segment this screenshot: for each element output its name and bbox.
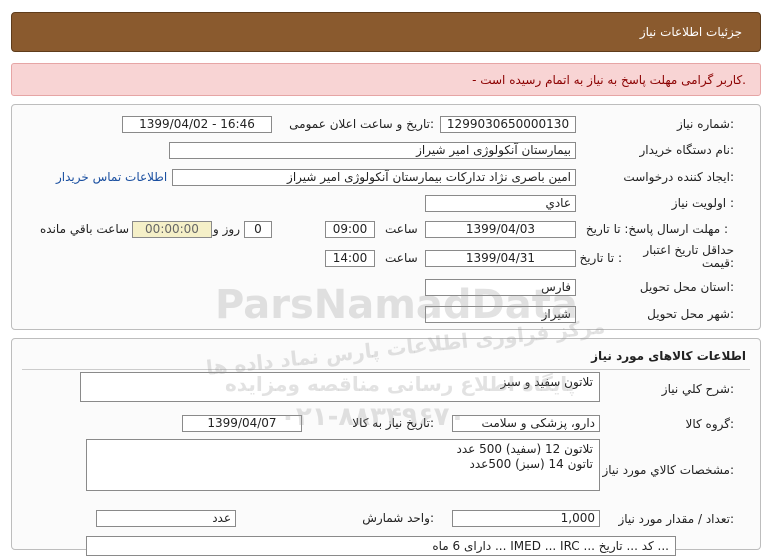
- goods-panel: اطلاعات کالاهای مورد نیاز شرح کلي نياز: …: [11, 338, 761, 556]
- days-label: روز و: [213, 222, 240, 236]
- spec-line-2: تاتون 14 (سبز) 500عدد: [469, 457, 593, 471]
- deadline-date-field[interactable]: 1399/04/03: [425, 221, 576, 238]
- deadline-label-text: مهلت ارسال پاسخ:: [624, 222, 721, 236]
- quantity-label: تعداد / مقدار مورد نياز:: [618, 512, 734, 526]
- description-field[interactable]: تلاتون سفید و سبز: [80, 372, 600, 402]
- validity-time-label: ساعت: [385, 251, 418, 265]
- unit-field[interactable]: عدد: [96, 510, 236, 527]
- description-label: شرح کلي نياز:: [661, 382, 734, 396]
- remaining-days-field[interactable]: 0: [244, 221, 272, 238]
- province-label: استان محل تحويل:: [639, 280, 734, 294]
- validity-date-field[interactable]: 1399/04/31: [425, 250, 576, 267]
- deadline-time-label: ساعت: [385, 222, 418, 236]
- priority-field[interactable]: عادي: [425, 195, 576, 212]
- need-number-field[interactable]: 1299030650000130: [440, 116, 576, 133]
- need-number-label: شماره نياز:: [676, 117, 734, 131]
- need-details-panel: شماره نياز: 1299030650000130 تاريخ و ساع…: [11, 104, 761, 330]
- priority-label: اولويت نياز :: [671, 196, 734, 210]
- validity-label: حداقل تاريخ اعتبار قيمت:: [643, 243, 734, 270]
- spec-line-1: تلاتون 12 (سفید) 500 عدد: [456, 442, 593, 456]
- buyer-field[interactable]: بیمارستان آنکولوژی امیر شیراز: [169, 142, 576, 159]
- creator-label: ايجاد کننده درخواست:: [623, 170, 734, 184]
- page-title: جزئيات اطلاعات نياز: [639, 25, 742, 39]
- creator-field[interactable]: امین باصری نژاد تدارکات بیمارستان آنکولو…: [172, 169, 576, 186]
- deadline-alert: - کاربر گرامی مهلت پاسخ به نیاز به اتمام…: [11, 63, 761, 96]
- validity-time-field[interactable]: 14:00: [325, 250, 375, 267]
- goods-section-title: اطلاعات کالاهای مورد نیاز: [591, 349, 746, 363]
- goods-group-label: گروه کالا:: [685, 417, 735, 431]
- notes-field[interactable]: دارای 6 ماه ... IMED ... IRC ... کد ... …: [86, 536, 676, 556]
- city-field[interactable]: شيراز: [425, 306, 576, 323]
- deadline-label: مهلت ارسال پاسخ: تا تاريخ :: [586, 222, 734, 236]
- validity-to-date-label: تا تاريخ :: [579, 251, 622, 265]
- specs-field[interactable]: تلاتون 12 (سفید) 500 عدد تاتون 14 (سبز) …: [86, 439, 600, 491]
- need-date-label: تاريخ نياز به کالا:: [352, 416, 434, 430]
- need-date-field[interactable]: 1399/04/07: [182, 415, 302, 432]
- city-label: شهر محل تحويل:: [647, 307, 734, 321]
- specs-label: مشخصات کالاي مورد نياز:: [602, 463, 734, 477]
- buyer-contact-link[interactable]: اطلاعات تماس خريدار: [56, 170, 167, 184]
- announce-label: تاريخ و ساعت اعلان عمومی:: [289, 117, 434, 131]
- quantity-field[interactable]: 1,000: [452, 510, 600, 527]
- section-divider: [22, 369, 750, 370]
- announce-datetime-field[interactable]: 1399/04/02 - 16:46: [122, 116, 272, 133]
- remaining-time-field[interactable]: 00:00:00: [132, 221, 212, 238]
- page-header: جزئيات اطلاعات نياز: [11, 12, 761, 52]
- goods-group-field[interactable]: دارو، پزشکی و سلامت: [452, 415, 600, 432]
- unit-label: واحد شمارش:: [362, 511, 434, 525]
- alert-message: - کاربر گرامی مهلت پاسخ به نیاز به اتمام…: [472, 73, 746, 87]
- province-field[interactable]: فارس: [425, 279, 576, 296]
- remaining-label: ساعت باقي مانده: [40, 222, 130, 236]
- deadline-time-field[interactable]: 09:00: [325, 221, 375, 238]
- buyer-label: نام دستگاه خريدار:: [639, 143, 735, 157]
